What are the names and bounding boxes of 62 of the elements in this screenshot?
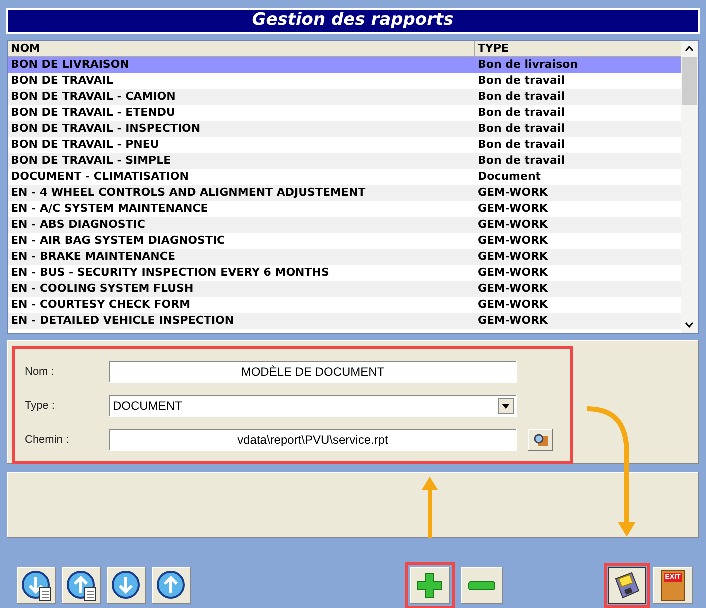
type-dropdown[interactable]: DOCUMENT bbox=[109, 395, 517, 417]
table-cell-text: BON DE LIVRAISON bbox=[10, 57, 130, 73]
scroll-thumb[interactable] bbox=[682, 57, 697, 105]
table-cell-text: BON DE TRAVAIL - PNEU bbox=[10, 137, 160, 153]
field-label: Chemin : bbox=[24, 432, 70, 448]
table-cell-text: BON DE TRAVAIL - ETENDU bbox=[10, 105, 176, 121]
table-cell-text: GEM-WORK bbox=[477, 265, 550, 281]
import-button[interactable] bbox=[62, 567, 101, 604]
table-cell-text: Bon de travail bbox=[477, 105, 566, 121]
table-cell-text: Bon de travail bbox=[477, 89, 566, 105]
minus-icon bbox=[468, 580, 496, 590]
table-cell-text: GEM-WORK bbox=[477, 297, 550, 313]
input-field[interactable]: MODÈLE DE DOCUMENT bbox=[109, 361, 517, 383]
table-cell-text: Document bbox=[477, 169, 542, 185]
table-cell-text: EN - ABS DIAGNOSTIC bbox=[10, 217, 147, 233]
table-cell-text: GEM-WORK bbox=[477, 217, 550, 233]
browse-button[interactable] bbox=[528, 429, 553, 451]
table-cell-text: Bon de travail bbox=[477, 153, 566, 169]
field-label: Nom : bbox=[24, 364, 56, 380]
scrollbar[interactable] bbox=[681, 41, 698, 333]
move-button[interactable] bbox=[152, 567, 191, 604]
plus-icon bbox=[416, 572, 444, 600]
field-label: Type : bbox=[24, 398, 56, 414]
table-cell-text: BON DE TRAVAIL bbox=[10, 73, 114, 89]
window-title: Gestion des rapports bbox=[6, 8, 700, 34]
table-row[interactable]: BON DE TRAVAIL - SIMPLE Bon de travail bbox=[8, 153, 681, 169]
move-button[interactable] bbox=[107, 567, 146, 604]
table-row[interactable]: BON DE TRAVAIL - CAMION Bon de travail bbox=[8, 89, 681, 105]
table-row[interactable]: BON DE LIVRAISON Bon de livraison bbox=[8, 57, 681, 73]
table-cell-text: EN - DETAILED VEHICLE INSPECTION bbox=[10, 313, 236, 329]
magnifier-icon bbox=[532, 433, 548, 447]
table-row[interactable]: EN - 4 WHEEL CONTROLS AND ALIGNMENT ADJUSTEMENT GEM-WORK bbox=[8, 185, 681, 201]
table-cell-text: Bon de travail bbox=[477, 121, 566, 137]
table-cell-text: Bon de travail bbox=[477, 73, 566, 89]
table-row[interactable]: EN - DETAILED VEHICLE INSPECTION GEM-WORK bbox=[8, 313, 681, 329]
table-cell-text: GEM-WORK bbox=[477, 249, 550, 265]
table-cell-text: GEM-WORK bbox=[477, 233, 550, 249]
table-cell-text: EN - BUS - SECURITY INSPECTION EVERY 6 MONTHS bbox=[10, 265, 330, 281]
table-cell-text: EN - AIR BAG SYSTEM DIAGNOSTIC bbox=[10, 233, 226, 249]
import-button[interactable] bbox=[17, 567, 56, 604]
input-field[interactable]: vdata\report\PVU\service.rpt bbox=[109, 429, 517, 451]
table-cell-text: EN - COOLING SYSTEM FLUSH bbox=[10, 281, 195, 297]
table-cell-text: DOCUMENT - CLIMATISATION bbox=[10, 169, 190, 185]
table-cell-text: EN - 4 WHEEL CONTROLS AND ALIGNMENT ADJUSTEMENT bbox=[10, 185, 367, 201]
remove-button[interactable] bbox=[461, 567, 503, 604]
table-cell-text: GEM-WORK bbox=[477, 185, 550, 201]
table-cell-text: EN - A/C SYSTEM MAINTENANCE bbox=[10, 201, 210, 217]
arrow bbox=[421, 476, 439, 538]
table-row[interactable]: EN - COOLING SYSTEM FLUSH GEM-WORK bbox=[8, 281, 681, 297]
table-cell-text: EN - COURTESY CHECK FORM bbox=[10, 297, 192, 313]
table-cell-text: Bon de livraison bbox=[477, 57, 580, 73]
table-cell-text: EN - BRAKE MAINTENANCE bbox=[10, 249, 176, 265]
table-row[interactable]: BON DE TRAVAIL - INSPECTION Bon de travail bbox=[8, 121, 681, 137]
table-row[interactable]: EN - BRAKE MAINTENANCE GEM-WORK bbox=[8, 249, 681, 265]
table-cell-text: GEM-WORK bbox=[477, 201, 550, 217]
table-cell-text: GEM-WORK bbox=[477, 281, 550, 297]
table-cell-text: GEM-WORK bbox=[477, 313, 550, 329]
table-cell-text: Bon de travail bbox=[477, 137, 566, 153]
table-cell-text: BON DE TRAVAIL - INSPECTION bbox=[10, 121, 202, 137]
table-cell-text: BON DE TRAVAIL - SIMPLE bbox=[10, 153, 172, 169]
table-cell-text: BON DE TRAVAIL - CAMION bbox=[10, 89, 177, 105]
table-row[interactable]: EN - ABS DIAGNOSTIC GEM-WORK bbox=[8, 217, 681, 233]
